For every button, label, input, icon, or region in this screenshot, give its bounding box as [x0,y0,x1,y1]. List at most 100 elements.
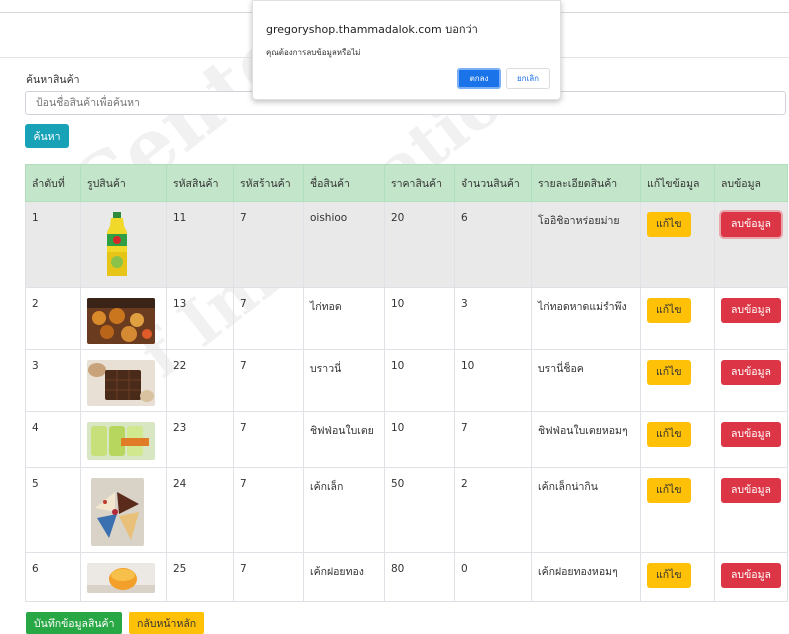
edit-button[interactable]: แก้ไข [647,422,691,447]
cell-detail: เค้กฝอยทองหอมๆ [531,552,641,602]
cell-no: 4 [25,411,81,468]
cell-product-id: 22 [166,349,234,412]
cell-image [80,287,167,350]
cell-delete: ลบข้อมูล [714,552,788,602]
edit-button[interactable]: แก้ไข [647,360,691,385]
cell-product-id: 11 [166,201,234,288]
delete-button[interactable]: ลบข้อมูล [721,298,781,323]
cell-shop-id: 7 [233,201,304,288]
header-shop-id: รหัสร้านค้า [233,164,304,202]
table-row: 6 25 7 เค้กฝอยทอง 80 0 เค้กฝอยทองหอมๆ แก… [25,552,788,602]
edit-button[interactable]: แก้ไข [647,212,691,237]
cell-delete: ลบข้อมูล [714,411,788,468]
header-product-id: รหัสสินค้า [166,164,234,202]
cell-qty: 0 [454,552,532,602]
table-row: 4 23 7 ชิฟฟ่อนใบเตย 10 7 ชิฟฟ่อนใบเตยหอม… [25,411,788,468]
header-edit: แก้ไขข้อมูล [640,164,715,202]
header-no: ลำดับที่ [25,164,81,202]
cell-image [80,201,167,288]
cell-delete: ลบข้อมูล [714,201,788,288]
header-delete: ลบข้อมูล [714,164,788,202]
cell-edit: แก้ไข [640,411,715,468]
table-row: 5 24 7 เค้กเล็ก 50 2 เค้กเล็กน่ากิน แก้ไ… [25,467,788,553]
dialog-cancel-button[interactable]: ยกเลิก [506,68,550,89]
cell-shop-id: 7 [233,552,304,602]
cell-name: ไก่ทอด [303,287,385,350]
cell-name: เค้กเล็ก [303,467,385,553]
cell-shop-id: 7 [233,467,304,553]
header-detail: รายละเอียดสินค้า [531,164,641,202]
header-qty: จำนวนสินค้า [454,164,532,202]
cell-qty: 7 [454,411,532,468]
cell-no: 5 [25,467,81,553]
cell-delete: ลบข้อมูล [714,287,788,350]
product-table: ลำดับที่ รูปสินค้า รหัสสินค้า รหัสร้านค้… [25,164,788,602]
cell-shop-id: 7 [233,411,304,468]
search-label: ค้นหาสินค้า [26,74,80,86]
cell-detail: เค้กเล็กน่ากิน [531,467,641,553]
table-row: 3 22 7 บราวนี่ 10 10 บรานี่ช็อค แก้ไข ลบ… [25,349,788,412]
delete-button[interactable]: ลบข้อมูล [721,563,781,588]
edit-button[interactable]: แก้ไข [647,478,691,503]
cell-no: 1 [25,201,81,288]
cell-delete: ลบข้อมูล [714,467,788,553]
cell-no: 3 [25,349,81,412]
table-row: 1 11 7 oishioo 20 6 โออิชิอาหร่อยม่าย แก… [25,201,788,288]
edit-button[interactable]: แก้ไข [647,298,691,323]
table-header-row: ลำดับที่ รูปสินค้า รหัสสินค้า รหัสร้านค้… [25,164,788,202]
cell-price: 10 [384,287,455,350]
cell-detail: ไก่ทอดหาดแม่รำพึง [531,287,641,350]
dialog-message: คุณต้องการลบข้อมูลหรือไม่ [266,48,361,57]
cell-qty: 10 [454,349,532,412]
dialog-title: gregoryshop.thammadalok.com บอกว่า [266,23,478,36]
cell-price: 10 [384,349,455,412]
chiffon-pandan-image [87,422,155,460]
cell-image [80,467,167,553]
header-name: ชื่อสินค้า [303,164,385,202]
cell-qty: 3 [454,287,532,350]
cell-detail: โออิชิอาหร่อยม่าย [531,201,641,288]
cell-product-id: 25 [166,552,234,602]
fried-chicken-image [87,298,155,344]
cell-detail: บรานี่ช็อค [531,349,641,412]
table-row: 2 13 7 ไก่ทอด 10 3 ไก่ทอดหาดแม่รำพึง แก้… [25,287,788,350]
delete-button[interactable]: ลบข้อมูล [721,422,781,447]
cell-name: บราวนี่ [303,349,385,412]
delete-button[interactable]: ลบข้อมูล [721,212,781,237]
cell-name: เค้กฝอยทอง [303,552,385,602]
cell-edit: แก้ไข [640,467,715,553]
cell-delete: ลบข้อมูล [714,349,788,412]
cell-no: 2 [25,287,81,350]
cell-detail: ชิฟฟ่อนใบเตยหอมๆ [531,411,641,468]
delete-button[interactable]: ลบข้อมูล [721,360,781,385]
cell-edit: แก้ไข [640,287,715,350]
cake-slices-image [91,478,144,546]
cell-qty: 2 [454,467,532,553]
cell-image [80,411,167,468]
cell-edit: แก้ไข [640,201,715,288]
foi-thong-cake-image [87,563,155,593]
cell-shop-id: 7 [233,349,304,412]
cell-no: 6 [25,552,81,602]
confirm-dialog: gregoryshop.thammadalok.com บอกว่า คุณต้… [252,0,561,100]
cell-price: 50 [384,467,455,553]
cell-price: 80 [384,552,455,602]
cell-price: 20 [384,201,455,288]
cell-name: oishioo [303,201,385,288]
cell-edit: แก้ไข [640,552,715,602]
cell-qty: 6 [454,201,532,288]
delete-button[interactable]: ลบข้อมูล [721,478,781,503]
cell-image [80,349,167,412]
cell-shop-id: 7 [233,287,304,350]
cell-price: 10 [384,411,455,468]
cell-product-id: 23 [166,411,234,468]
brownie-image [87,360,155,406]
cell-edit: แก้ไข [640,349,715,412]
header-price: ราคาสินค้า [384,164,455,202]
cell-image [80,552,167,602]
edit-button[interactable]: แก้ไข [647,563,691,588]
green-tea-bottle-image [107,212,127,276]
cell-product-id: 13 [166,287,234,350]
search-button[interactable]: ค้นหา [25,124,69,148]
dialog-ok-button[interactable]: ตกลง [457,68,501,89]
